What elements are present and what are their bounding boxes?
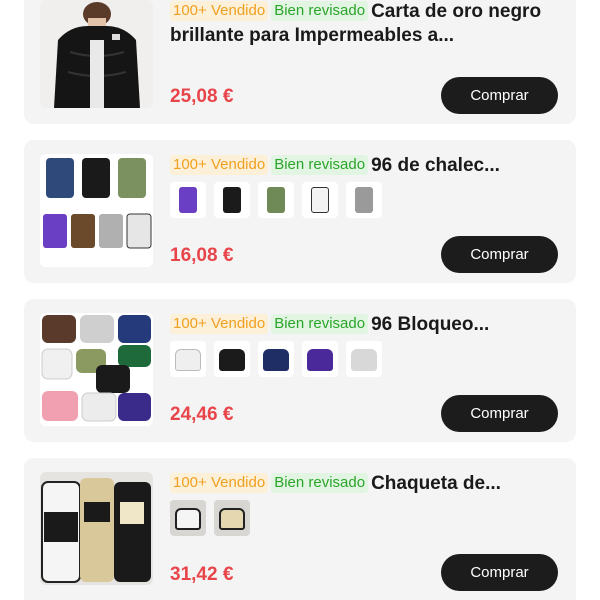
variant-swatch[interactable] bbox=[170, 182, 206, 218]
buy-button[interactable]: Comprar bbox=[441, 395, 558, 432]
product-price: 16,08 € bbox=[170, 245, 234, 266]
variant-swatch[interactable] bbox=[346, 182, 382, 218]
product-card[interactable]: 100+ Vendido Bien revisado 96 Bloqueo... 2… bbox=[24, 299, 576, 442]
product-price: 31,42 € bbox=[170, 564, 234, 585]
color-variants bbox=[170, 182, 382, 218]
vests-grid-image bbox=[40, 154, 153, 267]
variant-swatch[interactable] bbox=[214, 500, 250, 536]
product-image[interactable] bbox=[40, 313, 153, 426]
product-card[interactable]: 100+ Vendido Bien revisado Chaqueta de... … bbox=[24, 458, 576, 600]
buy-button[interactable]: Comprar bbox=[441, 77, 558, 114]
variant-swatch[interactable] bbox=[214, 341, 250, 377]
color-variants bbox=[170, 500, 250, 536]
product-price: 24,46 € bbox=[170, 404, 234, 425]
product-title-text: Chaqueta de... bbox=[371, 473, 501, 494]
reviewed-badge: Bien revisado bbox=[271, 1, 369, 21]
variant-swatch[interactable] bbox=[258, 182, 294, 218]
product-image[interactable] bbox=[40, 154, 153, 267]
buy-button[interactable]: Comprar bbox=[441, 554, 558, 591]
product-card[interactable]: 100+ Vendido Bien revisado Carta de oro ne… bbox=[24, 0, 576, 124]
variant-swatch[interactable] bbox=[302, 182, 338, 218]
product-title[interactable]: 100+ Vendido Bien revisado Carta de oro ne… bbox=[170, 0, 562, 48]
jackets-grid-image bbox=[40, 313, 153, 426]
sold-badge: 100+ Vendido bbox=[170, 155, 269, 175]
product-title[interactable]: 100+ Vendido Bien revisado Chaqueta de... bbox=[170, 472, 562, 496]
color-variants bbox=[170, 341, 382, 377]
variant-swatch[interactable] bbox=[170, 341, 206, 377]
product-price: 25,08 € bbox=[170, 86, 234, 107]
puffer-jacket-image bbox=[40, 0, 153, 108]
variant-swatch[interactable] bbox=[170, 500, 206, 536]
buy-button[interactable]: Comprar bbox=[441, 236, 558, 273]
reviewed-badge: Bien revisado bbox=[271, 155, 369, 175]
rain-jackets-image bbox=[40, 472, 153, 585]
variant-swatch[interactable] bbox=[302, 341, 338, 377]
variant-swatch[interactable] bbox=[214, 182, 250, 218]
reviewed-badge: Bien revisado bbox=[271, 473, 369, 493]
product-title-text: 96 de chalec... bbox=[371, 155, 500, 176]
sold-badge: 100+ Vendido bbox=[170, 314, 269, 334]
sold-badge: 100+ Vendido bbox=[170, 473, 269, 493]
product-title-text: 96 Bloqueo... bbox=[371, 314, 490, 335]
variant-swatch[interactable] bbox=[258, 341, 294, 377]
product-image[interactable] bbox=[40, 472, 153, 585]
product-card[interactable]: 100+ Vendido Bien revisado 96 de chalec...… bbox=[24, 140, 576, 283]
variant-swatch[interactable] bbox=[346, 341, 382, 377]
product-title[interactable]: 100+ Vendido Bien revisado 96 de chalec... bbox=[170, 154, 562, 178]
product-title[interactable]: 100+ Vendido Bien revisado 96 Bloqueo... bbox=[170, 313, 562, 337]
reviewed-badge: Bien revisado bbox=[271, 314, 369, 334]
product-image[interactable] bbox=[40, 0, 153, 108]
sold-badge: 100+ Vendido bbox=[170, 1, 269, 21]
